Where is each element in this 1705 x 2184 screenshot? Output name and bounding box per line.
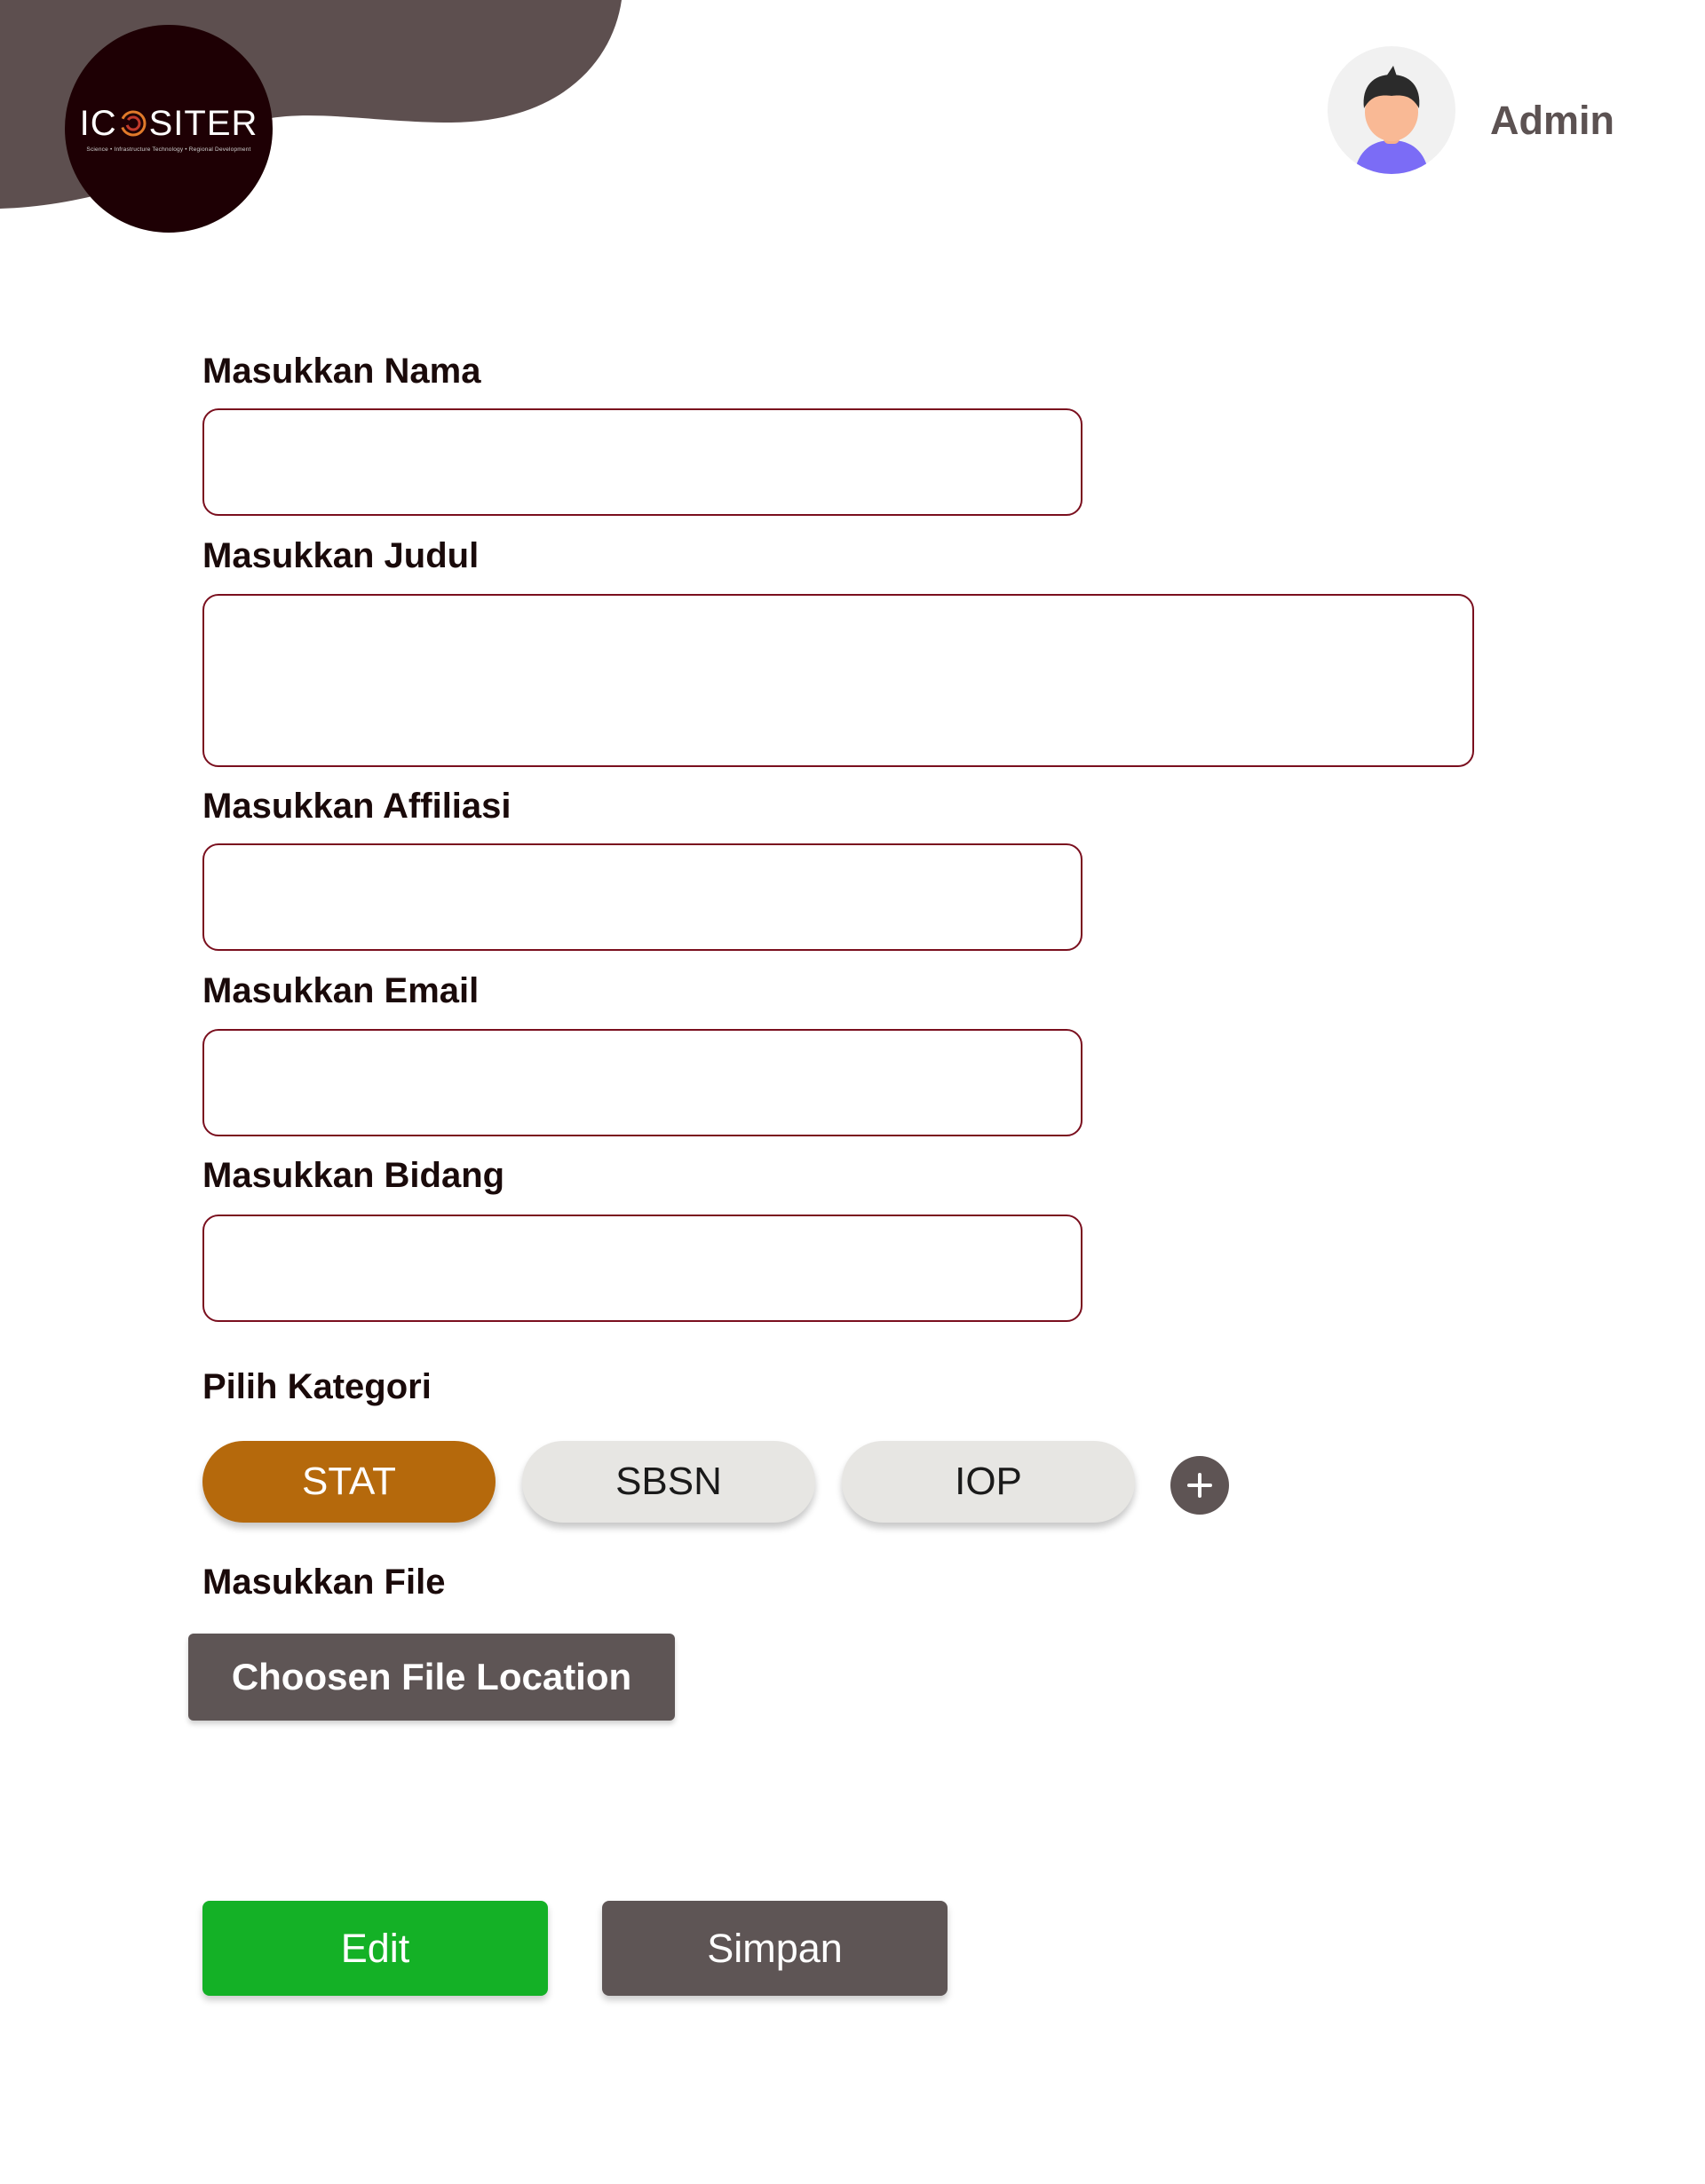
email-label: Masukkan Email [202,971,480,1010]
avatar-illustration [1354,66,1429,174]
logo-tagline: Science • Infrastructure Technology • Re… [86,146,251,153]
affiliasi-input[interactable] [202,843,1082,951]
nama-label: Masukkan Nama [202,352,481,391]
category-chip-stat[interactable]: STAT [202,1441,496,1523]
bidang-input[interactable] [202,1215,1082,1322]
choose-file-button[interactable]: Choosen File Location [188,1634,675,1721]
logo-swirl-icon [120,110,147,136]
category-chip-sbsn[interactable]: SBSN [522,1441,815,1523]
bidang-label: Masukkan Bidang [202,1156,505,1195]
logo-wordmark: IC SITER [80,106,258,141]
category-chip-iop[interactable]: IOP [842,1441,1135,1523]
email-input[interactable] [202,1029,1082,1136]
plus-icon [1187,1473,1212,1498]
kategori-label: Pilih Kategori [202,1367,432,1406]
logo-text-left: IC [79,103,117,143]
logo-text-right: SITER [148,103,258,143]
logo: IC SITER Science • Infrastructure Techno… [65,25,273,233]
judul-label: Masukkan Judul [202,536,480,575]
add-category-button[interactable] [1170,1456,1229,1515]
user-avatar-icon[interactable] [1328,46,1455,174]
file-label: Masukkan File [202,1563,446,1602]
edit-button[interactable]: Edit [202,1901,548,1996]
judul-input[interactable] [202,594,1474,767]
affiliasi-label: Masukkan Affiliasi [202,787,512,826]
nama-input[interactable] [202,408,1082,516]
save-button[interactable]: Simpan [602,1901,948,1996]
user-name: Admin [1490,98,1614,143]
